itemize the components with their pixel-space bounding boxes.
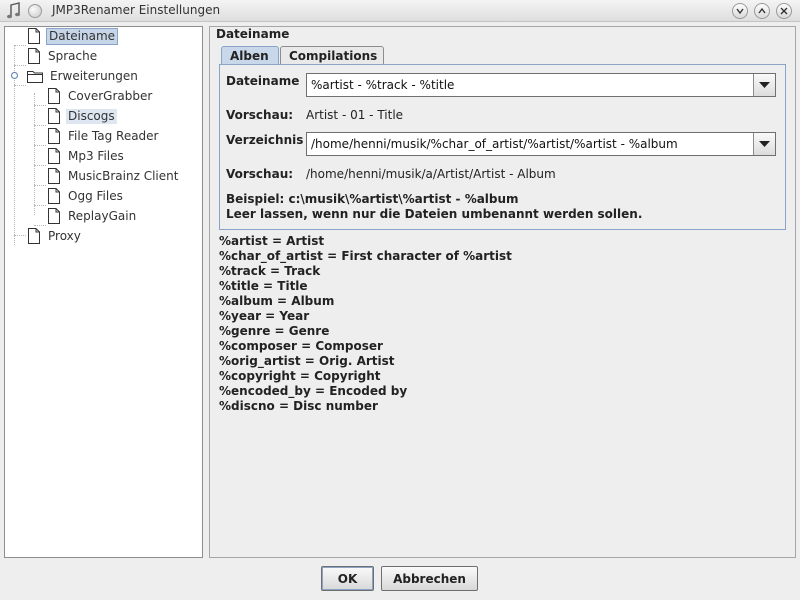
document-icon: [48, 108, 60, 124]
folder-icon: [27, 71, 43, 83]
close-button[interactable]: [776, 3, 792, 19]
tree-item-label: Erweiterungen: [50, 68, 138, 83]
directory-preview-label: Vorschau:: [226, 167, 294, 181]
placeholder-item: %genre = Genre: [219, 324, 330, 338]
settings-tree[interactable]: Dateiname Sprache Erweiterungen CoverGra…: [4, 26, 203, 558]
document-icon: [48, 148, 60, 164]
document-icon: [28, 48, 40, 64]
tree-item-file-tag-reader[interactable]: File Tag Reader: [47, 127, 161, 145]
preview-label: Vorschau:: [226, 108, 294, 122]
example-text: Beispiel: c:\musik\%artist\%artist - %al…: [226, 192, 519, 206]
directory-label: Verzeichnis: [226, 133, 304, 147]
document-icon: [28, 28, 40, 44]
tab-compilations[interactable]: Compilations: [280, 46, 384, 65]
window-title: JMP3Renamer Einstellungen: [52, 3, 221, 17]
tree-item-label: Dateiname: [46, 27, 119, 45]
tree-item-label: File Tag Reader: [68, 128, 159, 143]
ok-button-label: OK: [337, 571, 358, 586]
placeholder-item: %title = Title: [219, 279, 308, 293]
dropdown-arrow-icon: [759, 141, 770, 147]
placeholder-item: %album = Album: [219, 294, 335, 308]
tab-label: Compilations: [289, 49, 378, 63]
tree-line: [34, 145, 46, 146]
placeholder-item: %year = Year: [219, 309, 310, 323]
placeholder-item: %composer = Composer: [219, 339, 383, 353]
tree-line: [14, 45, 26, 46]
tree-item-label: CoverGrabber: [68, 88, 153, 103]
tree-line: [14, 65, 26, 66]
placeholder-item: %encoded_by = Encoded by: [219, 384, 408, 398]
tree-line: [14, 85, 26, 86]
tree-item-dateiname[interactable]: Dateiname: [27, 27, 119, 45]
document-icon: [48, 88, 60, 104]
document-icon: [48, 128, 60, 144]
directory-combo[interactable]: /home/henni/musik/%char_of_artist/%artis…: [306, 132, 776, 156]
preview-value: Artist - 01 - Title: [306, 108, 404, 122]
tree-item-sprache[interactable]: Sprache: [27, 47, 99, 65]
filename-value: %artist - %track - %title: [311, 78, 455, 92]
tree-expander-icon[interactable]: [10, 71, 19, 80]
tree-line: [34, 165, 46, 166]
document-icon: [48, 188, 60, 204]
directory-dropdown-button[interactable]: [753, 133, 775, 155]
tree-line: [34, 205, 46, 206]
music-note-icon: [6, 2, 22, 20]
tree-line: [14, 235, 26, 236]
cancel-button-label: Abbrechen: [393, 571, 466, 586]
tree-line: [34, 125, 46, 126]
placeholder-item: %copyright = Copyright: [219, 369, 381, 383]
directory-value: /home/henni/musik/%char_of_artist/%artis…: [311, 137, 678, 151]
tab-label: Alben: [230, 49, 269, 63]
settings-panel: Dateiname Alben Compilations Dateiname %…: [209, 26, 796, 558]
close-icon: [780, 7, 788, 15]
tree-item-replaygain[interactable]: ReplayGain: [47, 207, 138, 225]
ok-button[interactable]: OK: [321, 566, 374, 591]
document-icon: [48, 168, 60, 184]
tree-item-ogg-files[interactable]: Ogg Files: [47, 187, 125, 205]
placeholder-item: %discno = Disc number: [219, 399, 378, 413]
document-icon: [28, 228, 40, 244]
placeholder-item: %artist = Artist: [219, 234, 325, 248]
tab-content-alben: Dateiname %artist - %track - %title Vors…: [219, 64, 786, 230]
tree-item-mp3-files[interactable]: Mp3 Files: [47, 147, 126, 165]
tab-alben[interactable]: Alben: [221, 46, 279, 65]
tree-item-label: Ogg Files: [68, 188, 123, 203]
placeholder-item: %track = Track: [219, 264, 321, 278]
tree-item-erweiterungen[interactable]: Erweiterungen: [27, 67, 140, 85]
cancel-button[interactable]: Abbrechen: [381, 566, 478, 591]
tree-line: [34, 225, 46, 226]
title-bar: JMP3Renamer Einstellungen: [0, 0, 800, 22]
tree-item-label: Sprache: [48, 48, 98, 63]
directory-preview-value: /home/henni/musik/a/Artist/Artist - Albu…: [306, 167, 556, 181]
placeholder-item: %orig_artist = Orig. Artist: [219, 354, 395, 368]
tree-item-label: Mp3 Files: [68, 148, 124, 163]
chevron-down-icon: [736, 8, 744, 15]
tree-item-label: Proxy: [48, 228, 81, 243]
tree-line: [34, 93, 35, 215]
tree-item-discogs[interactable]: Discogs: [47, 107, 117, 125]
placeholder-item: %char_of_artist = First character of %ar…: [219, 249, 512, 263]
tree-item-musicbrainz-client[interactable]: MusicBrainz Client: [47, 167, 180, 185]
tree-item-label: MusicBrainz Client: [68, 168, 179, 183]
tree-item-label: ReplayGain: [68, 208, 137, 223]
filename-combo[interactable]: %artist - %track - %title: [306, 73, 776, 97]
document-icon: [48, 208, 60, 224]
tree-item-proxy[interactable]: Proxy: [27, 227, 83, 245]
section-title: Dateiname: [216, 27, 290, 41]
hint-text: Leer lassen, wenn nur die Dateien umbena…: [226, 207, 643, 221]
filename-label: Dateiname: [226, 74, 300, 88]
tree-item-label: Discogs: [66, 108, 117, 124]
window-menu-icon[interactable]: [28, 4, 42, 18]
chevron-up-icon: [758, 7, 766, 14]
filename-dropdown-button[interactable]: [753, 74, 775, 96]
minimize-button[interactable]: [732, 3, 748, 19]
maximize-button[interactable]: [754, 3, 770, 19]
dropdown-arrow-icon: [759, 82, 770, 88]
tree-line: [34, 105, 46, 106]
tree-item-covergrabber[interactable]: CoverGrabber: [47, 87, 154, 105]
tree-line: [34, 185, 46, 186]
